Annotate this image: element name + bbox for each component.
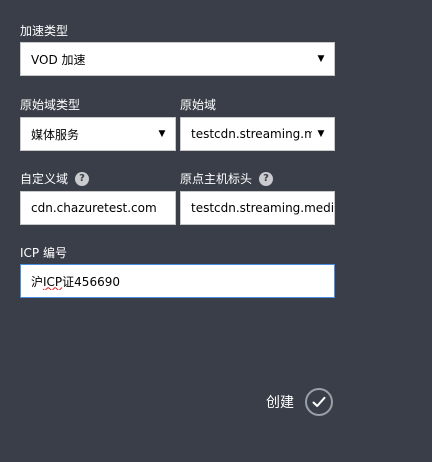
icp-value-suffix: 证456690 [62, 274, 120, 289]
origin-host-header-value: testcdn.streaming.media [191, 201, 334, 215]
custom-domain-label-text: 自定义域 [20, 172, 69, 186]
create-label: 创建 [266, 395, 294, 411]
custom-domain-input[interactable]: cdn.chazuretest.com [20, 191, 176, 225]
dropdown-arrow-icon: ▼ [317, 129, 325, 139]
origin-domain-select[interactable]: testcdn.streaming.m ▼ [180, 117, 335, 151]
icp-input[interactable]: 沪ICP证456690 [20, 264, 335, 298]
checkmark-icon[interactable] [305, 388, 333, 416]
custom-domain-value: cdn.chazuretest.com [31, 201, 157, 215]
origin-host-header-label: 原点主机标头 ? [180, 172, 274, 186]
origin-host-header-input[interactable]: testcdn.streaming.media [180, 191, 335, 225]
checkmark-glyph [312, 396, 326, 407]
create-button[interactable]: 创建 [266, 388, 333, 416]
accel-type-label-text: 加速类型 [20, 24, 69, 38]
accel-type-select[interactable]: VOD 加速 ▼ [20, 42, 335, 76]
accel-type-label: 加速类型 [20, 24, 68, 38]
help-icon[interactable]: ? [259, 172, 274, 186]
origin-domain-label-text: 原始域 [180, 98, 217, 112]
accel-type-value: VOD 加速 [31, 52, 86, 67]
origin-type-value: 媒体服务 [31, 127, 80, 142]
origin-domain-value: testcdn.streaming.m [191, 127, 312, 141]
origin-type-label: 原始域类型 [20, 98, 80, 112]
help-icon[interactable]: ? [75, 172, 90, 186]
icp-label: ICP 编号 [20, 246, 67, 260]
origin-type-label-text: 原始域类型 [20, 98, 81, 112]
custom-domain-label: 自定义域 ? [20, 172, 90, 186]
icp-value: 沪ICP证456690 [31, 273, 120, 290]
dropdown-arrow-icon: ▼ [317, 54, 325, 64]
icp-label-text: ICP 编号 [20, 246, 67, 260]
origin-host-header-label-text: 原点主机标头 [180, 172, 253, 186]
icp-value-prefix: 沪 [31, 274, 44, 289]
origin-domain-label: 原始域 [180, 98, 216, 112]
origin-type-select[interactable]: 媒体服务 ▼ [20, 117, 176, 151]
icp-value-spellcheck: ICP [43, 274, 63, 289]
dropdown-arrow-icon: ▼ [158, 129, 166, 139]
